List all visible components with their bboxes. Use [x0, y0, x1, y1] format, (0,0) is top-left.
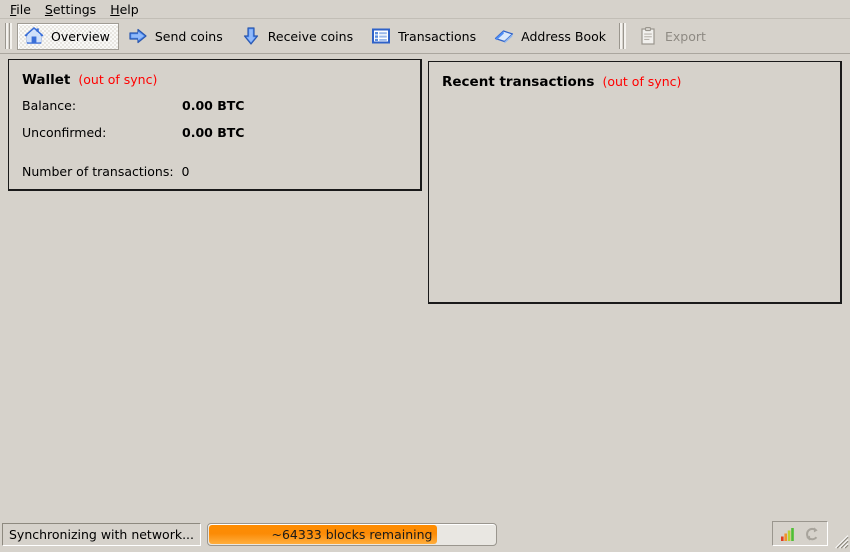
- toolbar-button-receive-coins-label: Receive coins: [267, 28, 354, 44]
- list-icon: [370, 25, 392, 47]
- menu-item-settings-accel: S: [44, 1, 53, 17]
- arrow-right-icon: [127, 25, 149, 47]
- toolbar-button-address-book-label: Address Book: [521, 28, 606, 44]
- wallet-balance-row: Balance: 0.00 BTC: [22, 98, 420, 125]
- toolbar-button-overview-label: Overview: [51, 28, 110, 44]
- sync-status-label: Synchronizing with network...: [2, 522, 201, 546]
- status-bar: Synchronizing with network... ~64333 blo…: [0, 518, 850, 550]
- wallet-unconfirmed-label: Unconfirmed:: [22, 125, 107, 140]
- recent-transactions-title: Recent transactions: [442, 74, 595, 90]
- menu-bar: File Settings Help: [0, 0, 850, 19]
- window-resize-grip[interactable]: [832, 532, 849, 549]
- toolbar-button-send-coins[interactable]: Send coins: [121, 23, 232, 50]
- wallet-panel-header: Wallet (out of sync): [9, 60, 420, 88]
- wallet-transaction-count-value: 0: [181, 164, 190, 179]
- book-icon: [493, 25, 515, 47]
- menu-item-settings-label: ettings: [52, 1, 97, 17]
- menu-item-file-label: ile: [16, 1, 31, 17]
- toolbar-drag-handle[interactable]: [4, 23, 13, 49]
- sync-arrows-icon[interactable]: [803, 525, 821, 543]
- status-icon-tray: [772, 521, 828, 546]
- toolbar-separator-grip: [618, 23, 627, 49]
- toolbar-button-send-coins-label: Send coins: [154, 28, 223, 44]
- toolbar-button-export-label: Export: [665, 28, 706, 44]
- toolbar-button-overview[interactable]: Overview: [17, 22, 119, 50]
- toolbar-button-transactions-label: Transactions: [398, 28, 477, 44]
- toolbar-button-transactions[interactable]: Transactions: [364, 23, 485, 50]
- wallet-values: Balance: 0.00 BTC Unconfirmed: 0.00 BTC …: [9, 88, 420, 191]
- wallet-balance-label: Balance:: [22, 98, 77, 113]
- wallet-transaction-count-label: Number of transactions:: [22, 164, 174, 179]
- sync-progress-bar: ~64333 blocks remaining: [207, 522, 497, 546]
- menu-item-help-label: elp: [119, 1, 139, 17]
- wallet-unconfirmed-row: Unconfirmed: 0.00 BTC: [22, 125, 420, 152]
- recent-transactions-header: Recent transactions (out of sync): [429, 62, 840, 90]
- toolbar-button-export[interactable]: Export: [631, 23, 715, 50]
- wallet-title: Wallet: [22, 72, 71, 88]
- wallet-transaction-count-row: Number of transactions: 0: [22, 164, 420, 191]
- main-toolbar: Overview Send coins Receive coins Transa…: [0, 19, 850, 54]
- menu-item-help[interactable]: Help: [105, 1, 148, 18]
- wallet-sync-status: (out of sync): [78, 72, 158, 87]
- home-icon: [23, 25, 45, 47]
- arrow-down-icon: [240, 25, 262, 47]
- wallet-panel: Wallet (out of sync) Balance: 0.00 BTC U…: [8, 59, 422, 191]
- overview-page: Wallet (out of sync) Balance: 0.00 BTC U…: [0, 55, 850, 518]
- toolbar-button-address-book[interactable]: Address Book: [487, 23, 615, 50]
- sync-progress-label: ~64333 blocks remaining: [271, 526, 433, 542]
- menu-item-help-accel: H: [110, 1, 120, 17]
- recent-transactions-sync-status: (out of sync): [602, 74, 682, 89]
- menu-item-settings[interactable]: Settings: [40, 1, 105, 18]
- wallet-unconfirmed-value: 0.00 BTC: [182, 125, 245, 140]
- menu-item-file[interactable]: File: [5, 1, 40, 18]
- recent-transactions-panel: Recent transactions (out of sync): [428, 61, 842, 304]
- wallet-balance-value: 0.00 BTC: [182, 98, 245, 113]
- signal-bars-icon[interactable]: [779, 525, 797, 543]
- clipboard-icon: [637, 25, 659, 47]
- toolbar-button-receive-coins[interactable]: Receive coins: [234, 23, 362, 50]
